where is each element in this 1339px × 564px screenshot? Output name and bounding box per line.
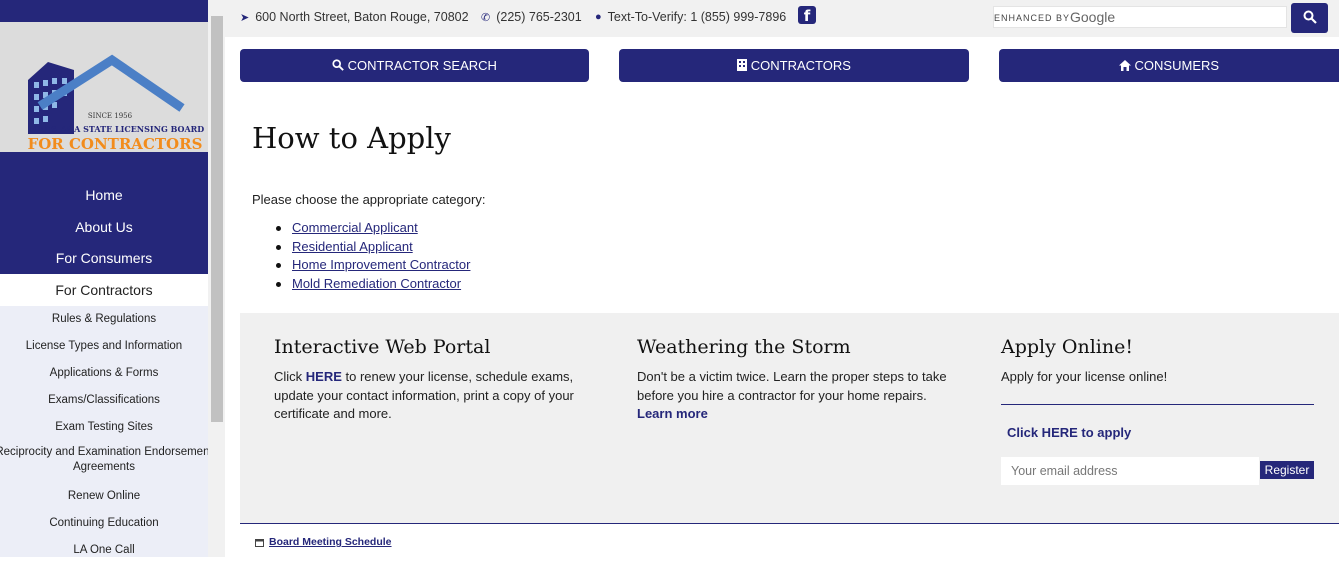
storm-text: Don't be a victim twice. Learn the prope… xyxy=(637,368,947,424)
sidebar-sub-renew-online[interactable]: Renew Online xyxy=(0,483,208,510)
list-item: Home Improvement Contractor xyxy=(275,256,470,275)
page-title: How to Apply xyxy=(252,121,451,155)
facebook-icon[interactable]: f xyxy=(798,6,816,25)
logo-graphic: SINCE 1956 LOUISIANA STATE LICENSING BOA… xyxy=(28,54,205,153)
storm-title: Weathering the Storm xyxy=(637,336,851,358)
home-improvement-link[interactable]: Home Improvement Contractor xyxy=(292,257,470,272)
register-button[interactable]: Register xyxy=(1260,461,1314,479)
text-verify-info: ● Text-To-Verify: 1 (855) 999-7896 xyxy=(595,10,786,24)
web-portal-pre: Click xyxy=(274,369,306,384)
address-text: 600 North Street, Baton Rouge, 70802 xyxy=(255,10,469,24)
comment-icon: ● xyxy=(595,11,602,23)
google-brand-label: Google xyxy=(1070,9,1116,25)
search-enhanced-label: ENHANCED BY xyxy=(994,13,1071,23)
sidebar-item-for-contractors[interactable]: For Contractors xyxy=(0,274,208,306)
sidebar-scroll-thumb[interactable] xyxy=(211,16,223,422)
phone-text: (225) 765-2301 xyxy=(496,10,582,24)
sidebar-sub-rules[interactable]: Rules & Regulations xyxy=(0,306,208,333)
apply-online-text: Apply for your license online! xyxy=(1001,369,1168,384)
sidebar: SINCE 1956 LOUISIANA STATE LICENSING BOA… xyxy=(0,0,213,557)
email-field[interactable] xyxy=(1001,457,1259,485)
web-portal-title: Interactive Web Portal xyxy=(274,336,491,358)
logo-line1: LOUISIANA STATE LICENSING BOARD xyxy=(28,124,205,134)
learn-more-link[interactable]: Learn more xyxy=(637,406,708,421)
sidebar-sub-reciprocity[interactable]: Reciprocity and Examination Endorsement … xyxy=(0,441,218,483)
phone-info: ✆ (225) 765-2301 xyxy=(481,10,582,24)
web-portal-text: Click HERE to renew your license, schedu… xyxy=(274,368,592,424)
board-meeting-row: Board Meeting Schedule xyxy=(255,536,392,548)
consumers-button[interactable]: CONSUMERS xyxy=(999,49,1339,82)
top-info-bar: ➤ 600 North Street, Baton Rouge, 70802 ✆… xyxy=(225,0,1339,37)
sidebar-item-home[interactable]: Home xyxy=(0,180,208,212)
search-icon xyxy=(1303,10,1317,24)
contractors-label: CONTRACTORS xyxy=(750,58,851,73)
sidebar-top-band xyxy=(0,0,208,22)
footer-divider xyxy=(240,523,1339,524)
commercial-applicant-link[interactable]: Commercial Applicant xyxy=(292,220,418,235)
phone-icon: ✆ xyxy=(481,11,491,24)
search-button[interactable] xyxy=(1291,3,1328,33)
address-info: ➤ 600 North Street, Baton Rouge, 70802 xyxy=(240,10,469,24)
sidebar-item-for-consumers[interactable]: For Consumers xyxy=(0,243,208,275)
consumers-label: CONSUMERS xyxy=(1134,58,1220,73)
apply-online-title: Apply Online! xyxy=(1001,336,1133,358)
calendar-icon xyxy=(255,538,264,547)
text-verify-text: Text-To-Verify: 1 (855) 999-7896 xyxy=(607,10,787,24)
storm-body: Don't be a victim twice. Learn the prope… xyxy=(637,369,947,403)
sidebar-sub-nav: Rules & Regulations License Types and In… xyxy=(0,306,213,564)
list-item: Commercial Applicant xyxy=(275,219,470,238)
residential-applicant-link[interactable]: Residential Applicant xyxy=(292,239,413,254)
sidebar-sub-exams[interactable]: Exams/Classifications xyxy=(0,387,208,414)
intro-text: Please choose the appropriate category: xyxy=(252,192,486,207)
sidebar-sub-continuing-ed[interactable]: Continuing Education xyxy=(0,510,208,537)
sidebar-sub-applications[interactable]: Applications & Forms xyxy=(0,360,208,387)
sidebar-item-about-us[interactable]: About Us xyxy=(0,212,208,244)
logo-since: SINCE 1956 xyxy=(88,112,133,120)
sidebar-sub-la-one-call[interactable]: LA One Call xyxy=(0,537,208,564)
mold-remediation-link[interactable]: Mold Remediation Contractor xyxy=(292,276,461,291)
sidebar-main-nav: Home About Us For Consumers xyxy=(0,152,208,274)
logo[interactable]: SINCE 1956 LOUISIANA STATE LICENSING BOA… xyxy=(0,22,208,153)
contractor-search-button[interactable]: CONTRACTOR SEARCH xyxy=(240,49,589,82)
sidebar-sub-license-types[interactable]: License Types and Information xyxy=(0,333,208,360)
list-item: Mold Remediation Contractor xyxy=(275,275,470,294)
building-icon xyxy=(737,59,748,71)
category-list: Commercial Applicant Residential Applica… xyxy=(275,219,470,294)
click-here-apply-link[interactable]: Click HERE to apply xyxy=(1007,425,1131,440)
contractor-search-label: CONTRACTOR SEARCH xyxy=(347,58,497,73)
google-search-input[interactable]: ENHANCED BY Google xyxy=(993,6,1287,28)
search-icon xyxy=(332,59,344,71)
home-icon xyxy=(1118,60,1131,71)
list-item: Residential Applicant xyxy=(275,238,470,257)
board-meeting-link[interactable]: Board Meeting Schedule xyxy=(269,536,392,548)
apply-divider xyxy=(1001,404,1314,405)
location-arrow-icon: ➤ xyxy=(240,11,250,24)
logo-line2: FOR CONTRACTORS xyxy=(28,135,203,152)
web-portal-here-link[interactable]: HERE xyxy=(306,369,342,384)
contractors-button[interactable]: CONTRACTORS xyxy=(619,49,969,82)
sidebar-sub-testing-sites[interactable]: Exam Testing Sites xyxy=(0,414,208,441)
